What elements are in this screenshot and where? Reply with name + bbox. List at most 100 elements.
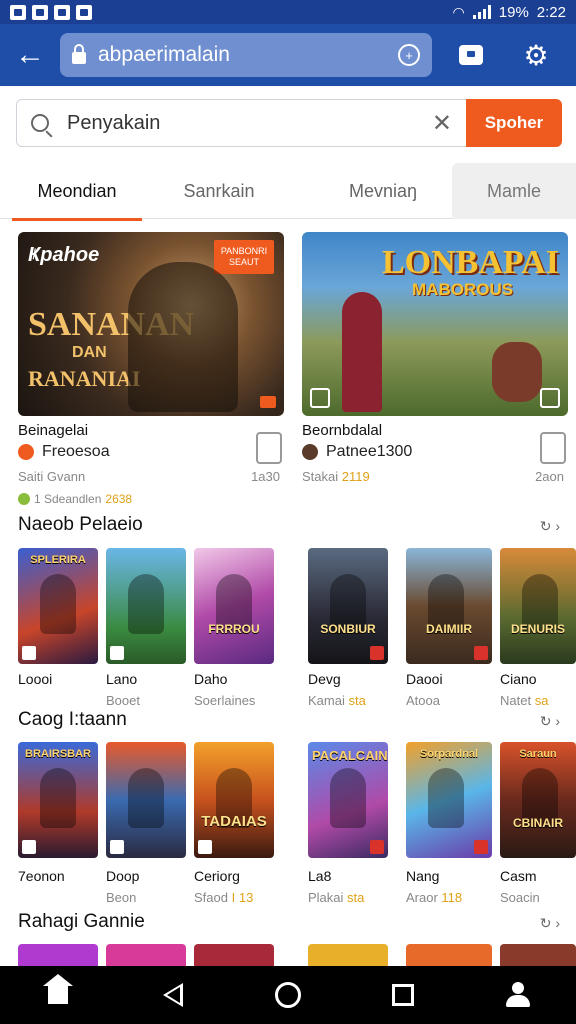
- search-button[interactable]: Spoher: [466, 99, 562, 147]
- game-row: BRAIRSBAR TADAIAS PACALCAIN Sorpardnal S…: [18, 742, 576, 858]
- game-tile[interactable]: PACALCAIN: [308, 742, 388, 858]
- recents-button[interactable]: [373, 966, 433, 1024]
- game-sub-text: Plakai: [308, 890, 344, 905]
- featured-title: Beinagelai: [18, 422, 89, 439]
- game-tile[interactable]: TADAIAS: [194, 742, 274, 858]
- game-tile[interactable]: FRRROU: [194, 548, 274, 664]
- notification-icon: [76, 4, 92, 20]
- menu-icon[interactable]: ⚙: [510, 39, 562, 72]
- game-tile[interactable]: BRAIRSBAR: [18, 742, 98, 858]
- game-name: Casm: [500, 868, 537, 884]
- game-name: Devg: [308, 671, 341, 687]
- banner-logo: Ҝpahoe: [28, 244, 100, 266]
- search-field[interactable]: ✕: [16, 99, 466, 147]
- game-sub: Soerlaines: [194, 693, 256, 708]
- game-sub: Kamai sta: [308, 693, 366, 708]
- game-labels: Loooi Lano Booet Daho Soerlaines Devg Kamai…: [18, 671, 576, 711]
- game-label: Doop Beon: [106, 868, 139, 905]
- install-icon[interactable]: [256, 432, 282, 464]
- game-tile[interactable]: [18, 944, 98, 966]
- home-circle-button[interactable]: [258, 966, 318, 1024]
- game-tile[interactable]: [500, 944, 576, 966]
- game-tile[interactable]: Saraun CBINAIR: [500, 742, 576, 858]
- category-tabs: Meondian Sanrkain Mevniaŋ Mamle: [0, 163, 576, 221]
- game-label: Daho Soerlaines: [194, 671, 255, 708]
- clear-icon[interactable]: ✕: [432, 109, 452, 138]
- tabs-button[interactable]: [432, 45, 510, 65]
- back-nav-button[interactable]: [143, 966, 203, 1024]
- tile-figure: [428, 768, 464, 828]
- game-tile[interactable]: Sorpardnal: [406, 742, 492, 858]
- featured-card[interactable]: Ҝpahoe SANANAN DAN RANANIAI PANBONRI SEA…: [18, 232, 284, 506]
- featured-title: Beornbdalal: [302, 422, 383, 439]
- game-name: Loooi: [18, 671, 53, 687]
- game-label: Nang Araor 118: [406, 868, 462, 905]
- rating-value: sa: [534, 693, 549, 708]
- game-tile[interactable]: [194, 944, 274, 966]
- tab-sanrkain[interactable]: Sanrkain: [156, 163, 282, 219]
- url-bar[interactable]: abpaerimalain +: [60, 33, 432, 77]
- video-icon: [260, 396, 276, 408]
- developer-logo-icon: [302, 444, 318, 460]
- meta-left: Stakai 2119: [302, 469, 370, 484]
- game-tile[interactable]: [106, 742, 186, 858]
- game-tile[interactable]: [406, 944, 492, 966]
- tile-figure: [40, 768, 76, 828]
- clock: 2:22: [536, 3, 566, 21]
- game-tile[interactable]: SONBIUR: [308, 548, 388, 664]
- tab-mevniang[interactable]: Mevniaŋ: [318, 163, 448, 219]
- featured-banner[interactable]: LONBAPAI MABOROUS: [302, 232, 568, 416]
- game-tile[interactable]: [308, 944, 388, 966]
- game-label: Ciano Natet sa: [500, 671, 548, 708]
- tile-figure: [128, 768, 164, 828]
- meta-left-text: Stakai: [302, 469, 339, 484]
- rating-value: 2119: [341, 469, 370, 484]
- game-tile[interactable]: DAIMIIR: [406, 548, 492, 664]
- tile-badge-icon: [198, 840, 212, 854]
- section-more-button[interactable]: ↻ ›: [540, 713, 560, 730]
- game-sub: Beon: [106, 890, 137, 905]
- banner-tag: RANANIAI: [28, 366, 141, 391]
- banner-subtitle: MABOROUS: [412, 280, 514, 299]
- install-icon[interactable]: [540, 432, 566, 464]
- home-circle-icon: [274, 982, 301, 1008]
- featured-card[interactable]: LONBAPAI MABOROUS Beornbdalal Patnee1300…: [302, 232, 568, 484]
- game-sub: Atooa: [406, 693, 440, 708]
- home-button[interactable]: [28, 966, 88, 1024]
- search-input[interactable]: [67, 111, 424, 135]
- game-sub-text: Natet: [500, 693, 532, 708]
- featured-banner[interactable]: Ҝpahoe SANANAN DAN RANANIAI PANBONRI SEA…: [18, 232, 284, 416]
- compass-icon[interactable]: +: [398, 44, 420, 66]
- game-label: Devg Kamai sta: [308, 671, 366, 708]
- tile-badge-icon: [474, 646, 488, 660]
- meta-right: 1a30: [251, 469, 280, 484]
- tile-art-subtitle: CBINAIR: [513, 816, 563, 830]
- account-icon: [504, 982, 532, 1008]
- section-title: Naeob Pelaeio: [18, 514, 143, 535]
- notification-icon: [10, 4, 26, 20]
- tile-art-title: PACALCAIN: [312, 748, 388, 763]
- featured-developer: Freoesoa: [18, 443, 284, 461]
- notification-icons: [10, 4, 92, 20]
- section-more-button[interactable]: ↻ ›: [540, 915, 560, 932]
- game-sub: Plakai sta: [308, 890, 364, 905]
- back-arrow-icon[interactable]: ←: [0, 24, 60, 86]
- game-tile[interactable]: [106, 548, 186, 664]
- game-tile[interactable]: SPLERIRA: [18, 548, 98, 664]
- share-icon[interactable]: [540, 388, 560, 408]
- tab-mamle[interactable]: Mamle: [452, 163, 576, 219]
- banner-title: LONBAPAI: [382, 244, 559, 281]
- badge-icon: [310, 388, 330, 408]
- game-sub: Sfaod I 13: [194, 890, 253, 905]
- game-tile[interactable]: DENURIS: [500, 548, 576, 664]
- game-tile[interactable]: [106, 944, 186, 966]
- back-nav-icon: [162, 983, 183, 1007]
- account-button[interactable]: [488, 966, 548, 1024]
- rating-value: sta: [347, 890, 365, 905]
- app-screen: ◠ 19% 2:22 ← abpaerimalain + ⚙ ✕ Spoher …: [0, 0, 576, 1024]
- game-sub-text: Araor: [406, 890, 438, 905]
- tab-meondian[interactable]: Meondian: [12, 163, 142, 221]
- game-name: Doop: [106, 868, 140, 884]
- section-more-button[interactable]: ↻ ›: [540, 518, 560, 535]
- tile-art-title: FRRROU: [208, 622, 260, 636]
